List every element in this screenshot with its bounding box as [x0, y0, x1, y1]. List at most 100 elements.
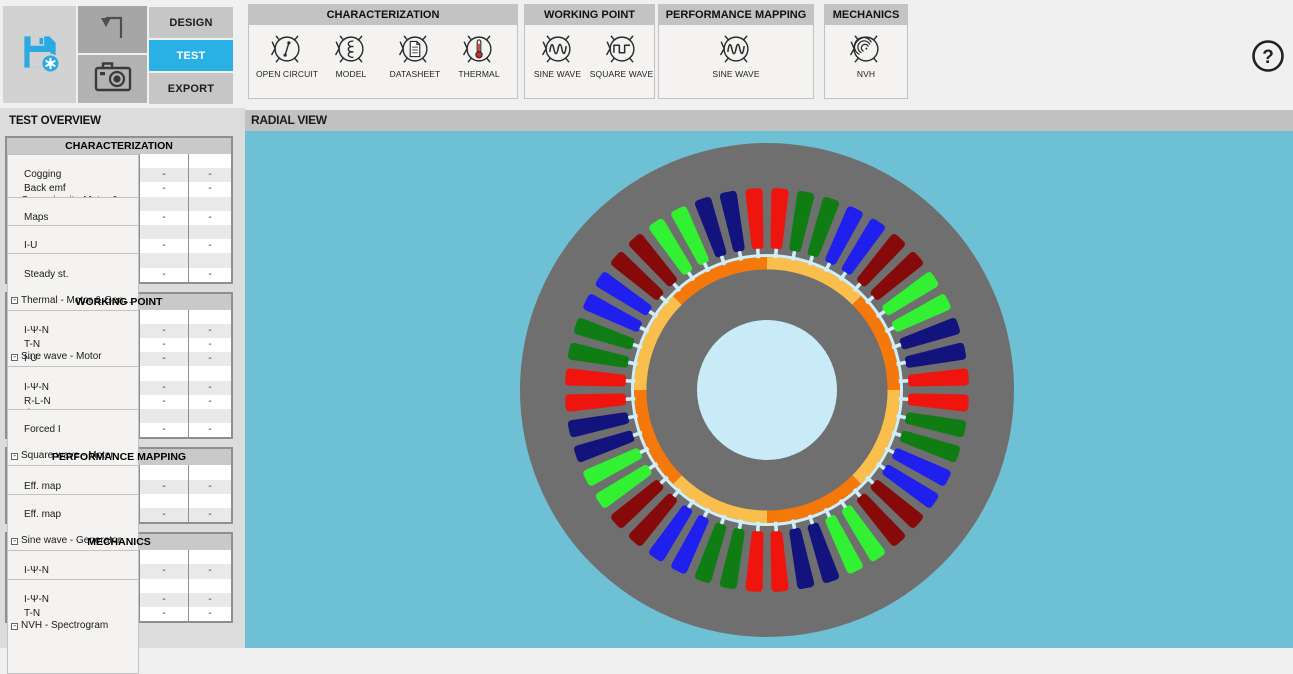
- group-title: WORKING POINT: [525, 5, 654, 25]
- test-overview-title: TEST OVERVIEW: [9, 115, 101, 127]
- result-cell-1: [139, 366, 188, 380]
- tab-design[interactable]: DESIGN: [149, 7, 233, 38]
- group-title: PERFORMANCE MAPPING: [659, 5, 813, 25]
- nvh-icon: [847, 29, 885, 69]
- screenshot-button[interactable]: [78, 55, 147, 103]
- result-cell-2: -: [188, 593, 231, 607]
- result-cell-2: -: [188, 239, 231, 253]
- group-title: MECHANICS: [825, 5, 907, 25]
- tree-item-row-i-ψ-n[interactable]: I-Ψ-N--: [7, 324, 231, 338]
- tree-item-row-i-u[interactable]: I-U--: [7, 352, 231, 366]
- tree-group-row-sine-wave-motor[interactable]: -Sine wave - Motor: [7, 465, 231, 479]
- tree-item-row-steady-st[interactable]: Steady st.--: [7, 268, 231, 282]
- result-cell-2: [188, 310, 231, 324]
- tree-group-row-thermal-motor-gen[interactable]: -Thermal - Motor & Gen...: [7, 253, 231, 267]
- tree-group-row-sine-wave-generator[interactable]: -Sine wave - Generator: [7, 494, 231, 508]
- tab-export[interactable]: EXPORT: [149, 73, 233, 104]
- tool-button-label: SINE WAVE: [534, 69, 581, 79]
- result-cell-1: -: [139, 423, 188, 437]
- test-table-characterization: CHARACTERIZATION-Open circuit - Motor & …: [5, 136, 233, 284]
- save-button[interactable]: [3, 6, 76, 103]
- tree-item-row-eff-map[interactable]: Eff. map--: [7, 508, 231, 522]
- result-cell-2: -: [188, 564, 231, 578]
- tree-item-row-i-ψ-n[interactable]: I-Ψ-N--: [7, 593, 231, 607]
- collapse-icon[interactable]: -: [11, 453, 18, 460]
- result-cell-1: [139, 253, 188, 267]
- tree-group-row-square-wave-motor[interactable]: -Square wave - Motor: [7, 409, 231, 423]
- tool-button-nvh[interactable]: NVH: [834, 29, 898, 79]
- collapse-icon[interactable]: -: [11, 623, 18, 630]
- result-cell-1: -: [139, 168, 188, 182]
- tree-item-row-cogging[interactable]: Cogging--: [7, 168, 231, 182]
- table-section-title: CHARACTERIZATION: [7, 138, 231, 154]
- tool-button-label: NVH: [857, 69, 875, 79]
- tree-group-row-model-motor[interactable]: -Model - Motor: [7, 197, 231, 211]
- undo-arrow-icon: [93, 7, 133, 52]
- result-cell-1: [139, 494, 188, 508]
- tree-item-row-back-emf[interactable]: Back emf--: [7, 182, 231, 196]
- tree-group-row-datasheet-motor[interactable]: -Datasheet - Motor: [7, 225, 231, 239]
- radial-view-canvas[interactable]: [245, 131, 1293, 648]
- tree-item-row-t-n[interactable]: T-N--: [7, 338, 231, 352]
- toolbar-group-characterization: CHARACTERIZATION OPEN CIRCUIT MODEL DATA…: [248, 4, 518, 99]
- sine-icon: [539, 29, 577, 69]
- tree-item-row-forced-i[interactable]: Forced I--: [7, 423, 231, 437]
- result-cell-2: -: [188, 211, 231, 225]
- result-cell-2: [188, 465, 231, 479]
- result-cell-1: [139, 550, 188, 564]
- result-cell-2: [188, 579, 231, 593]
- camera-icon: [91, 55, 135, 104]
- result-cell-1: -: [139, 480, 188, 494]
- test-table-working-point: WORKING POINT-Sine wave - MotorI-Ψ-N--T-…: [5, 292, 233, 440]
- result-cell-1: [139, 409, 188, 423]
- tree-group-row-nvh-spectrogram[interactable]: -NVH - Spectrogram: [7, 579, 231, 593]
- undo-button[interactable]: [78, 6, 147, 53]
- tool-button-thermal[interactable]: THERMAL: [447, 29, 511, 79]
- sine-icon: [717, 29, 755, 69]
- tool-button-label: THERMAL: [458, 69, 499, 79]
- tool-button-sine-wave[interactable]: SINE WAVE: [704, 29, 768, 79]
- save-floppy-icon: [16, 28, 64, 81]
- result-cell-1: [139, 579, 188, 593]
- tree-group-row-open-circuit-motor[interactable]: -Open circuit - Motor & ...: [7, 154, 231, 168]
- toolbar-group-mechanics: MECHANICS NVH: [824, 4, 908, 99]
- result-cell-1: -: [139, 607, 188, 621]
- tree-item-row-eff-map[interactable]: Eff. map--: [7, 480, 231, 494]
- tree-group-row-sine-wave-generator[interactable]: -Sine wave - Generator: [7, 366, 231, 380]
- tree-item-row-i-ψ-n[interactable]: I-Ψ-N--: [7, 381, 231, 395]
- result-cell-2: [188, 197, 231, 211]
- tool-button-datasheet[interactable]: DATASHEET: [383, 29, 447, 79]
- row-label: Cogging: [7, 168, 139, 182]
- tool-button-sine-wave[interactable]: SINE WAVE: [526, 29, 590, 79]
- tree-item-row-maps[interactable]: Maps--: [7, 211, 231, 225]
- tool-button-square-wave[interactable]: SQUARE WAVE: [590, 29, 654, 79]
- tree-item-row-i-ψ-n[interactable]: I-Ψ-N--: [7, 564, 231, 578]
- tree-item-row-t-n[interactable]: T-N--: [7, 607, 231, 621]
- row-label: Eff. map: [7, 480, 139, 494]
- row-label: Steady st.: [7, 268, 139, 282]
- result-cell-1: -: [139, 211, 188, 225]
- collapse-icon[interactable]: -: [11, 297, 18, 304]
- result-cell-1: -: [139, 268, 188, 282]
- tree-item-row-r-l-n[interactable]: R-L-N--: [7, 395, 231, 409]
- result-cell-1: [139, 197, 188, 211]
- result-cell-1: -: [139, 564, 188, 578]
- radial-view-title: RADIAL VIEW: [245, 110, 1293, 131]
- result-cell-2: -: [188, 268, 231, 282]
- tool-button-model[interactable]: MODEL: [319, 29, 383, 79]
- tree-group-row-sine-wave-motor[interactable]: -Sine wave - Motor: [7, 310, 231, 324]
- motor-cross-section: [507, 131, 1027, 648]
- row-label: T-N: [7, 607, 139, 621]
- tab-test[interactable]: TEST: [149, 40, 233, 71]
- result-cell-2: -: [188, 324, 231, 338]
- result-cell-1: [139, 310, 188, 324]
- row-label: Back emf: [7, 182, 139, 196]
- collapse-icon[interactable]: -: [11, 538, 18, 545]
- help-button[interactable]: ?: [1250, 38, 1286, 74]
- tree-item-row-i-u[interactable]: I-U--: [7, 239, 231, 253]
- toolbar-group-working-point: WORKING POINT SINE WAVE SQUARE WAVE: [524, 4, 655, 99]
- tool-button-open-circuit[interactable]: OPEN CIRCUIT: [255, 29, 319, 79]
- tree-group-row-nvh-working-point[interactable]: -NVH - Working Point: [7, 550, 231, 564]
- row-label: I-Ψ-N: [7, 381, 139, 395]
- result-cell-2: [188, 253, 231, 267]
